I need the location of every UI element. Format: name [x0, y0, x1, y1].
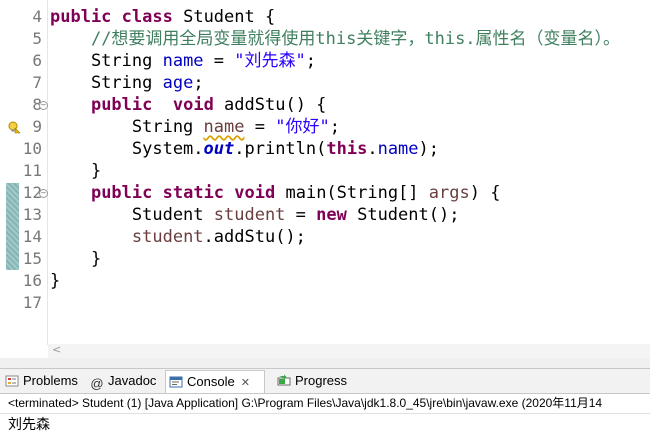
line-number: 7 [32, 73, 42, 92]
tab-console-label: Console [187, 374, 235, 389]
code-text[interactable]: public class Student { [50, 6, 275, 28]
code-line[interactable]: 14 student.addStu(); [0, 226, 650, 248]
code-line[interactable]: 9 String name = "你好"; [0, 116, 650, 138]
editor-bottom-border [0, 358, 650, 369]
code-line[interactable]: 4 public class Student { [0, 6, 650, 28]
line-number: 14 [22, 227, 42, 246]
tab-javadoc[interactable]: @ Javadoc [90, 370, 156, 392]
code-text[interactable]: String age; [50, 72, 204, 94]
line-number: 5 [32, 29, 42, 48]
line-number: 4 [32, 7, 42, 26]
warning-lightbulb-icon[interactable] [7, 120, 21, 134]
line-number: 15 [22, 249, 42, 268]
code-line[interactable]: 10 System.out.println(this.name); [0, 138, 650, 160]
code-line[interactable]: 16} [0, 270, 650, 292]
tab-console[interactable]: Console ✕ [165, 370, 265, 393]
line-number: 8 [32, 95, 42, 114]
code-line[interactable]: 11 } [0, 160, 650, 182]
console-process-label: <terminated> Student (1) [Java Applicati… [0, 394, 650, 413]
tab-javadoc-label: Javadoc [108, 373, 157, 388]
fold-toggle-icon[interactable]: − [39, 189, 48, 198]
code-editor[interactable]: 4 public class Student {5 //想要调用全局变量就得使用t… [0, 0, 650, 345]
progress-icon [277, 374, 291, 386]
console-output[interactable]: 刘先森 [0, 414, 650, 445]
code-line[interactable]: 12− public static void main(String[] arg… [0, 182, 650, 204]
code-text[interactable]: } [50, 248, 101, 270]
fold-toggle-icon[interactable]: − [39, 101, 48, 110]
line-number: 12 [22, 183, 42, 202]
code-line[interactable]: 7 String age; [0, 72, 650, 94]
code-text[interactable]: String name = "刘先森"; [50, 50, 316, 72]
code-text[interactable]: } [50, 160, 101, 182]
scroll-left-icon[interactable]: < [52, 343, 61, 356]
code-line[interactable]: 17 [0, 292, 650, 314]
code-line[interactable]: 8− public void addStu() { [0, 94, 650, 116]
code-text[interactable]: Student student = new Student(); [50, 204, 460, 226]
bottom-panel-tabbar: Problems @ Javadoc Console ✕ Progress [0, 369, 650, 394]
code-text[interactable]: student.addStu(); [50, 226, 306, 248]
tab-problems-label: Problems [23, 373, 78, 388]
tab-progress[interactable]: Progress [277, 370, 347, 392]
line-number: 11 [22, 161, 42, 180]
at-sign-icon: @ [90, 376, 104, 391]
line-number: 17 [22, 293, 42, 312]
problems-icon [5, 375, 19, 387]
code-line[interactable]: 15 } [0, 248, 650, 270]
code-text[interactable]: public void addStu() { [50, 94, 326, 116]
code-line[interactable]: 5 //想要调用全局变量就得使用this关键字，this.属性名（变量名）。 [0, 28, 650, 50]
tab-progress-label: Progress [295, 373, 348, 388]
line-number: 6 [32, 51, 42, 70]
code-text[interactable]: String name = "你好"; [50, 116, 340, 138]
code-text[interactable]: } [50, 270, 60, 292]
line-number: 10 [22, 139, 42, 158]
code-text[interactable]: System.out.println(this.name); [50, 138, 439, 160]
console-icon [169, 376, 183, 388]
line-number: 13 [22, 205, 42, 224]
close-icon[interactable]: ✕ [241, 372, 250, 394]
tab-problems[interactable]: Problems [5, 370, 78, 392]
code-line[interactable]: 13 Student student = new Student(); [0, 204, 650, 226]
code-line[interactable]: 6 String name = "刘先森"; [0, 50, 650, 72]
code-text[interactable]: //想要调用全局变量就得使用this关键字，this.属性名（变量名）。 [50, 28, 620, 50]
line-number: 16 [22, 271, 42, 290]
horizontal-scrollbar[interactable]: < [48, 343, 650, 358]
code-text[interactable]: public static void main(String[] args) { [50, 182, 501, 204]
